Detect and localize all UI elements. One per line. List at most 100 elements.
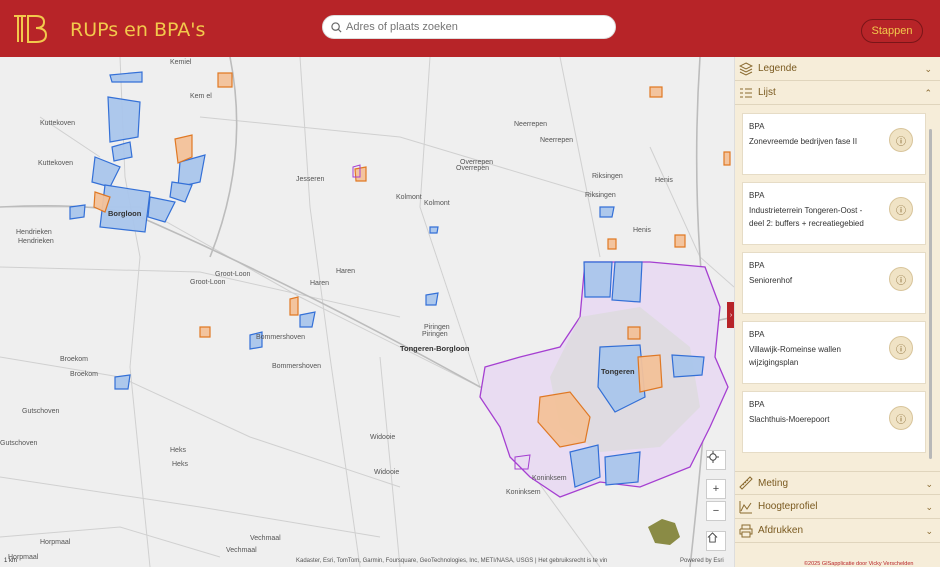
info-button[interactable]: ⓘ	[889, 406, 913, 430]
info-icon: ⓘ	[896, 136, 906, 148]
info-button[interactable]: ⓘ	[889, 267, 913, 291]
map-label: Heks	[172, 461, 188, 468]
map-label: Henis	[633, 227, 651, 234]
side-panel: Legende ⌄ Lijst ⌃ BPA Zonevreemde bedrij…	[734, 57, 940, 567]
map-label: Broekom	[70, 371, 99, 378]
profile-label: Hoogteprofiel	[758, 501, 818, 512]
map-label: Neerrepen	[540, 137, 574, 144]
map-label: Tongeren	[601, 367, 635, 376]
locate-button[interactable]	[706, 450, 726, 470]
legend-label: Legende	[758, 63, 797, 74]
info-button[interactable]: ⓘ	[889, 336, 913, 360]
map-label: Piringen	[424, 324, 450, 331]
list-label: Lijst	[758, 87, 776, 98]
info-icon: ⓘ	[896, 414, 906, 426]
list-item[interactable]: BPA Slachthuis-Moerepoort ⓘ	[742, 391, 926, 453]
chevron-down-icon: ⌄	[924, 64, 932, 74]
list-item[interactable]: BPA Industrieterrein Tongeren-Oost - dee…	[742, 182, 926, 245]
chevron-down-icon: ⌄	[925, 526, 933, 536]
app-title: RUPs en BPA's	[70, 19, 206, 41]
map-label: Gutschoven	[0, 440, 38, 447]
map-canvas	[0, 57, 734, 567]
profile-section-header[interactable]: Hoogteprofiel ⌄	[735, 495, 940, 519]
home-icon	[707, 532, 718, 543]
ruler-icon	[739, 476, 753, 490]
chevron-up-icon: ⌃	[924, 88, 932, 98]
item-name: Zonevreemde bedrijven fase II	[749, 137, 858, 146]
steps-button[interactable]: Stappen	[861, 19, 923, 43]
list-section-header[interactable]: Lijst ⌃	[735, 81, 940, 105]
map-label: Widooie	[374, 469, 400, 476]
elevation-icon	[739, 500, 752, 513]
map-label: Koninksem	[506, 489, 541, 496]
measure-section-header[interactable]: Meting ⌄	[735, 471, 940, 495]
search-input[interactable]	[346, 21, 586, 33]
map-attribution: Kadaster, Esri, TomTom, Garmin, Foursqua…	[296, 558, 608, 564]
info-button[interactable]: ⓘ	[889, 197, 913, 221]
zoom-in-button[interactable]: +	[706, 479, 726, 499]
map-label: Henis	[655, 177, 673, 184]
map-label: Haren	[310, 280, 330, 287]
search-icon	[331, 21, 342, 33]
crosshair-icon	[707, 451, 719, 463]
search-box[interactable]	[322, 15, 616, 39]
map-label: Gutschoven	[22, 408, 60, 415]
map-label: Koninksem	[532, 475, 567, 482]
item-name: Villawijk-Romeinse wallen wijzigingsplan	[749, 345, 841, 367]
map-label: Haren	[336, 268, 356, 275]
map-label: Vechmaal	[226, 547, 257, 554]
layers-icon	[739, 61, 753, 76]
map-view[interactable]: Kemiel Kem el Kuttekoven Kuttekoven Borg…	[0, 57, 734, 567]
map-label: Hendrieken	[18, 238, 54, 245]
map-label: Groot-Loon	[215, 271, 251, 278]
map-label: Vechmaal	[250, 535, 281, 542]
map-label: Kem el	[190, 93, 212, 100]
map-label: Riksingen	[592, 173, 623, 180]
map-label: Jesseren	[296, 176, 325, 183]
map-label: Hendrieken	[16, 229, 52, 236]
map-label: Tongeren-Borgloon	[400, 344, 470, 353]
info-icon: ⓘ	[896, 205, 906, 217]
map-label: Kolmont	[396, 194, 422, 201]
map-label: Heks	[170, 447, 186, 454]
printer-icon	[739, 524, 753, 537]
map-label: Kuttekoven	[38, 160, 74, 167]
legend-section-header[interactable]: Legende ⌄	[735, 57, 940, 81]
map-label: Broekom	[60, 356, 89, 363]
map-label: Kolmont	[424, 200, 450, 207]
zoom-out-button[interactable]: −	[706, 501, 726, 521]
map-label: Kemiel	[170, 59, 192, 66]
map-label: Widooie	[370, 434, 396, 441]
chevron-down-icon: ⌄	[925, 502, 933, 512]
item-name: Slachthuis-Moerepoort	[749, 415, 830, 424]
powered-by: Powered by Esri	[680, 558, 724, 564]
map-label: Overrepen	[456, 165, 490, 172]
app-header: RUPs en BPA's Stappen	[0, 0, 940, 57]
list-item[interactable]: BPA Villawijk-Romeinse wallen wijzigings…	[742, 321, 926, 384]
map-label: Horpmaal	[40, 539, 71, 546]
map-label: Bommershoven	[256, 334, 306, 341]
item-name: Seniorenhof	[749, 276, 793, 285]
app-logo	[14, 15, 48, 43]
info-icon: ⓘ	[896, 275, 906, 287]
measure-label: Meting	[758, 477, 789, 489]
map-label: Groot-Loon	[190, 279, 226, 286]
list-item[interactable]: BPA Seniorenhof ⓘ	[742, 252, 926, 314]
plan-list: BPA Zonevreemde bedrijven fase II ⓘ BPA …	[735, 105, 940, 462]
map-label: Neerrepen	[514, 121, 548, 128]
item-name: Industrieterrein Tongeren-Oost - deel 2:…	[749, 206, 864, 228]
map-label: Riksingen	[585, 192, 616, 199]
footer-credit: ©2025 GISapplicatie door Vicky Verscheld…	[804, 561, 914, 567]
map-label: Borgloon	[108, 209, 142, 218]
chevron-down-icon: ⌄	[925, 479, 933, 489]
list-scrollbar[interactable]	[929, 129, 932, 459]
print-section-header[interactable]: Afdrukken ⌄	[735, 519, 940, 543]
info-icon: ⓘ	[896, 344, 906, 356]
home-button[interactable]	[706, 531, 726, 551]
map-label: Bommershoven	[272, 363, 322, 370]
map-label: Piringen	[422, 331, 448, 338]
scale-bar: 1 km	[4, 558, 18, 564]
info-button[interactable]: ⓘ	[889, 128, 913, 152]
list-icon	[740, 88, 752, 97]
list-item[interactable]: BPA Zonevreemde bedrijven fase II ⓘ	[742, 113, 926, 175]
